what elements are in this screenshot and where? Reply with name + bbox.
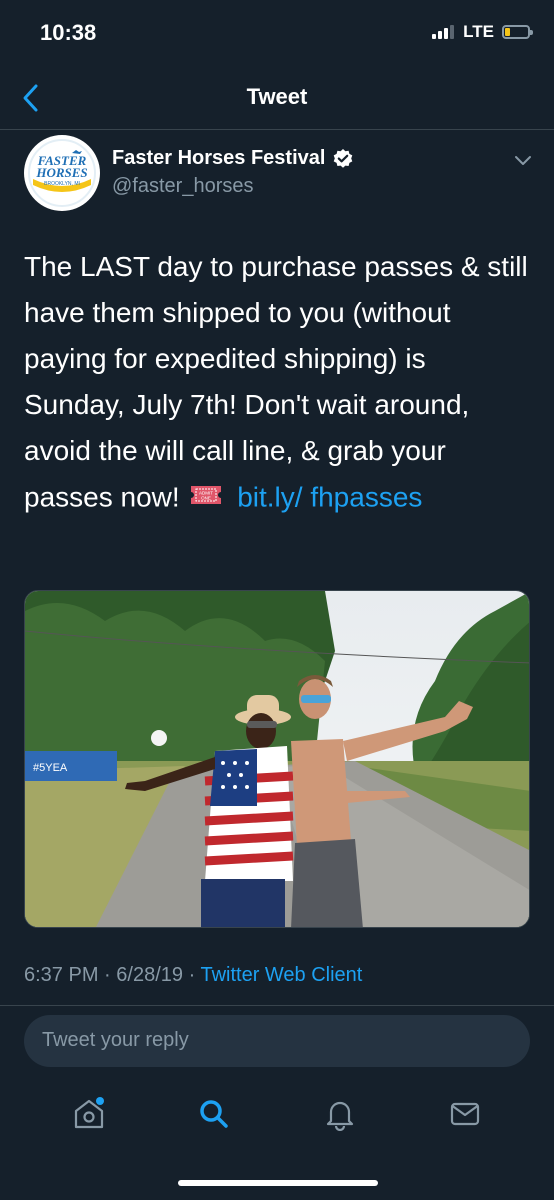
status-bar: 10:38 LTE <box>0 0 554 64</box>
tweet-author: FASTER HORSES BROOKLYN, MI Faster Horses… <box>24 135 534 215</box>
tweet-link[interactable]: bit.ly/ fhpasses <box>237 481 422 512</box>
tab-bar <box>0 1076 554 1152</box>
tab-notifications[interactable] <box>315 1089 365 1139</box>
tweet-text: The LAST day to purchase passes & still … <box>24 251 528 513</box>
svg-text:HORSES: HORSES <box>35 165 87 180</box>
festival-photo: #5YEA <box>25 591 529 927</box>
tab-home[interactable] <box>64 1089 114 1139</box>
meta-separator: · <box>104 964 111 986</box>
home-indicator[interactable] <box>178 1180 378 1186</box>
author-name-row[interactable]: Faster Horses Festival <box>112 147 354 170</box>
signal-icon <box>432 25 455 39</box>
tweet-options-button[interactable] <box>512 149 534 171</box>
envelope-icon <box>451 1102 480 1126</box>
svg-text:ONE: ONE <box>202 496 212 501</box>
meta-separator: · <box>188 964 196 986</box>
reply-input[interactable]: Tweet your reply <box>24 1015 530 1067</box>
author-name: Faster Horses Festival <box>112 147 326 169</box>
status-indicators: LTE <box>432 22 533 42</box>
tweet-date: 6/28/19 <box>116 964 184 986</box>
tab-search[interactable] <box>189 1089 239 1139</box>
battery-icon <box>502 25 533 39</box>
svg-text:#5YEA: #5YEA <box>33 762 68 774</box>
verified-badge-icon <box>334 148 353 168</box>
tweet-body: The LAST day to purchase passes & still … <box>24 244 534 524</box>
tweet-photo[interactable]: #5YEA <box>24 590 530 928</box>
tweet-meta: 6:37 PM · 6/28/19 · Twitter Web Client <box>24 964 362 987</box>
status-time: 10:38 <box>40 20 97 45</box>
avatar[interactable]: FASTER HORSES BROOKLYN, MI <box>24 135 100 211</box>
admission-ticket-icon: ADMIT ONE <box>189 474 223 520</box>
nav-bar: Tweet <box>0 64 554 130</box>
reply-placeholder: Tweet your reply <box>42 1029 189 1051</box>
faster-horses-logo-icon: FASTER HORSES BROOKLYN, MI <box>25 136 99 210</box>
search-icon <box>200 1100 228 1128</box>
svg-text:BROOKLYN, MI: BROOKLYN, MI <box>44 181 80 187</box>
divider <box>0 1005 554 1006</box>
tweet-time: 6:37 PM <box>24 964 99 986</box>
bell-icon <box>326 1101 353 1131</box>
home-notification-dot <box>95 1097 104 1105</box>
page-title: Tweet <box>246 84 308 109</box>
tweet-source-link[interactable]: Twitter Web Client <box>200 964 362 986</box>
chevron-down-icon <box>515 156 531 165</box>
author-handle[interactable]: @faster_horses <box>112 175 253 198</box>
network-type: LTE <box>463 22 494 41</box>
tab-messages[interactable] <box>440 1089 490 1139</box>
